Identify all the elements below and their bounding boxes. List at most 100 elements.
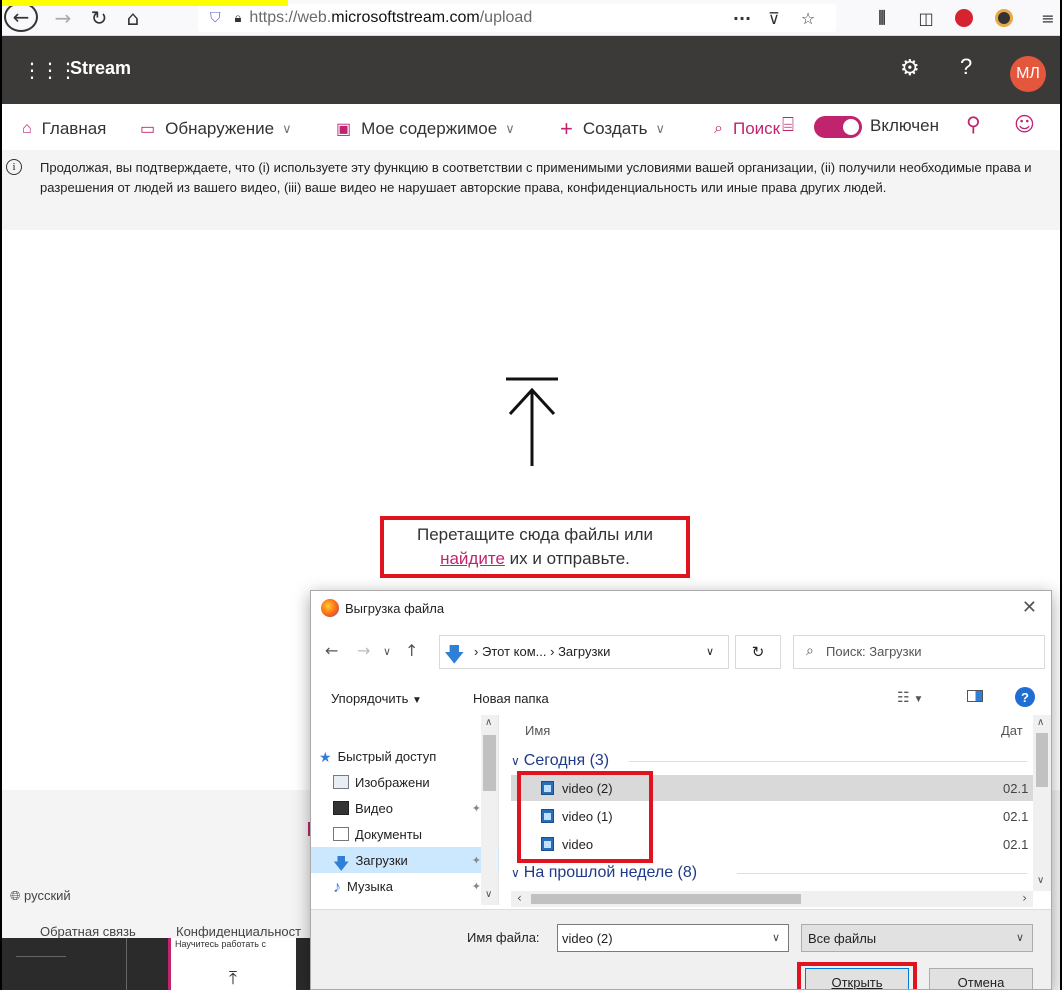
help-button[interactable]: ?	[960, 54, 972, 80]
back-arrow-icon[interactable]: ←	[325, 641, 338, 660]
feature-flag-icon[interactable]: ⌸	[782, 112, 794, 136]
help-button[interactable]: ?	[1015, 687, 1035, 707]
pocket-icon[interactable]: ⊽	[762, 6, 786, 30]
url-domain: microsoftstream.com	[331, 9, 480, 26]
bookmark-star-icon[interactable]: ☆	[796, 6, 820, 30]
file-list-hscrollbar[interactable]: ‹ ›	[511, 891, 1033, 907]
dialog-search-input[interactable]: ⌕ Поиск: Загрузки	[793, 635, 1045, 669]
nav-my-content[interactable]: ▣ Мое содержимое ∨	[336, 116, 515, 142]
sidebar-icon[interactable]: ◫	[914, 6, 938, 30]
filetype-select[interactable]: Все файлы ∨	[801, 924, 1033, 952]
up-arrow-icon[interactable]: ↑	[405, 641, 418, 660]
group-today[interactable]: ∨ Сегодня (3)	[511, 749, 609, 773]
toggle-knob	[843, 119, 859, 135]
feedback-link[interactable]: Обратная связь	[40, 924, 136, 939]
chevron-down-icon: ∨	[511, 754, 520, 768]
smiley-icon[interactable]: ☺	[1014, 112, 1035, 136]
yellow-highlight-mark	[0, 0, 288, 6]
extension-icon[interactable]	[992, 6, 1016, 30]
language-selector[interactable]: 🌐︎ русский	[10, 888, 71, 904]
filename-input[interactable]: video (2) ∨	[557, 924, 789, 952]
home-button[interactable]: ⌂	[118, 4, 148, 32]
add-person-icon[interactable]: ⚲	[966, 112, 981, 136]
back-button[interactable]: ←	[4, 2, 38, 32]
avatar[interactable]: МЛ	[1010, 56, 1046, 92]
scroll-right-icon[interactable]: ›	[1022, 891, 1027, 905]
nav-scrollbar[interactable]: ∧ ∨	[481, 715, 498, 905]
scroll-up-icon[interactable]: ∧	[1037, 717, 1044, 728]
breadcrumb-downloads[interactable]: Загрузки	[558, 644, 610, 659]
menu-icon[interactable]: ≡	[1036, 6, 1060, 30]
refresh-button[interactable]: ↻	[735, 635, 781, 669]
tracking-shield-icon[interactable]: ⛉	[210, 10, 221, 26]
adblock-icon[interactable]	[952, 6, 976, 30]
language-label: русский	[24, 888, 71, 903]
nav-music[interactable]: ♪ Музыка ✦	[311, 873, 499, 899]
browse-link[interactable]: найдите	[440, 549, 505, 568]
forward-button[interactable]: →	[48, 4, 78, 32]
toggle-label: Включен	[870, 116, 939, 135]
address-path: › Этот ком... › Загрузки	[474, 644, 610, 659]
nav-quick-access[interactable]: ★ Быстрый доступ	[311, 743, 499, 769]
scroll-up-icon[interactable]: ∧	[485, 717, 492, 728]
feature-toggle[interactable]	[814, 116, 862, 138]
nav-item-label: Загрузки	[355, 852, 408, 868]
library-icon[interactable]: ⫼	[870, 6, 894, 30]
nav-search[interactable]: ⌕ Поиск	[714, 116, 780, 142]
file-date: 02.1	[1003, 780, 1029, 796]
new-folder-button[interactable]: Новая папка	[473, 691, 549, 706]
nav-create[interactable]: + Создать ∨	[560, 116, 665, 142]
file-scroll-thumb[interactable]	[1036, 733, 1048, 787]
column-name-header[interactable]: Имя	[525, 723, 550, 738]
house-icon: ⌂	[126, 6, 140, 30]
scroll-down-icon[interactable]: ∨	[485, 889, 492, 900]
group-last-week[interactable]: ∨ На прошлой неделе (8)	[511, 861, 697, 885]
filename-dropdown-icon[interactable]: ∨	[772, 931, 780, 944]
recent-chevron-icon[interactable]: ∨	[383, 645, 391, 658]
nav-documents[interactable]: Документы ✦	[311, 821, 499, 847]
address-dropdown-icon[interactable]: ∨	[706, 645, 714, 658]
privacy-link[interactable]: Конфиденциальност	[176, 924, 301, 939]
scroll-left-icon[interactable]: ‹	[517, 891, 522, 905]
drop-zone[interactable]: Перетащите сюда файлы или найдите их и о…	[380, 516, 690, 578]
organize-label: Упорядочить	[331, 691, 409, 706]
search-icon: ⌕	[806, 643, 814, 659]
preview-pane-icon[interactable]	[967, 689, 983, 705]
nav-discover[interactable]: ▭ Обнаружение ∨	[140, 116, 292, 142]
drop-text-rest: их и отправьте.	[504, 549, 630, 568]
app-name[interactable]: Stream	[70, 58, 131, 79]
file-date: 02.1	[1003, 808, 1029, 824]
page-actions-icon[interactable]: ···	[730, 6, 754, 30]
open-highlight-box	[797, 962, 917, 989]
scroll-down-icon[interactable]: ∨	[1037, 875, 1044, 886]
group-divider	[629, 761, 1027, 762]
nav-pictures[interactable]: Изображени ✦	[311, 769, 499, 795]
nav-home[interactable]: ⌂ Главная	[22, 116, 106, 142]
file-list-scrollbar[interactable]: ∧ ∨	[1033, 715, 1051, 891]
url-path: /upload	[479, 9, 533, 26]
nav-videos[interactable]: Видео ✦	[311, 795, 499, 821]
lock-icon[interactable]: 🔒︎	[235, 11, 242, 26]
gear-icon[interactable]: ⚙︎	[900, 56, 920, 81]
reload-button[interactable]: ↻	[84, 4, 114, 32]
column-date-header[interactable]: Дат	[1001, 723, 1023, 738]
breadcrumb-this-pc[interactable]: Этот ком...	[482, 644, 547, 659]
url-text: https://web.microsoftstream.com/upload	[249, 9, 532, 27]
organize-button[interactable]: Упорядочить ▼	[331, 691, 422, 706]
thumbnail-preview[interactable]: Научитесь работать с ⤒	[168, 938, 296, 990]
pin-icon: ✦	[471, 880, 481, 893]
breadcrumb-separator: ›	[550, 644, 555, 659]
app-launcher-icon[interactable]: ⋮⋮⋮	[22, 58, 78, 82]
download-arrow-icon: 🡇	[444, 642, 465, 666]
file-hscroll-thumb[interactable]	[531, 894, 801, 904]
nav-scroll-thumb[interactable]	[483, 735, 496, 791]
address-bar[interactable]: 🡇 › Этот ком... › Загрузки ∨	[439, 635, 729, 669]
nav-downloads[interactable]: 🡇 Загрузки ✦	[311, 847, 499, 873]
drop-text-line2: найдите их и отправьте.	[440, 547, 630, 571]
download-arrow-icon: 🡇	[333, 856, 350, 873]
nav-item-label: Быстрый доступ	[337, 748, 437, 764]
forward-arrow-icon[interactable]: →	[357, 641, 370, 660]
view-options-icon[interactable]: ☷ ▼	[897, 689, 923, 706]
cancel-button[interactable]: Отмена	[929, 968, 1033, 989]
close-button[interactable]: ✕	[1022, 597, 1037, 618]
